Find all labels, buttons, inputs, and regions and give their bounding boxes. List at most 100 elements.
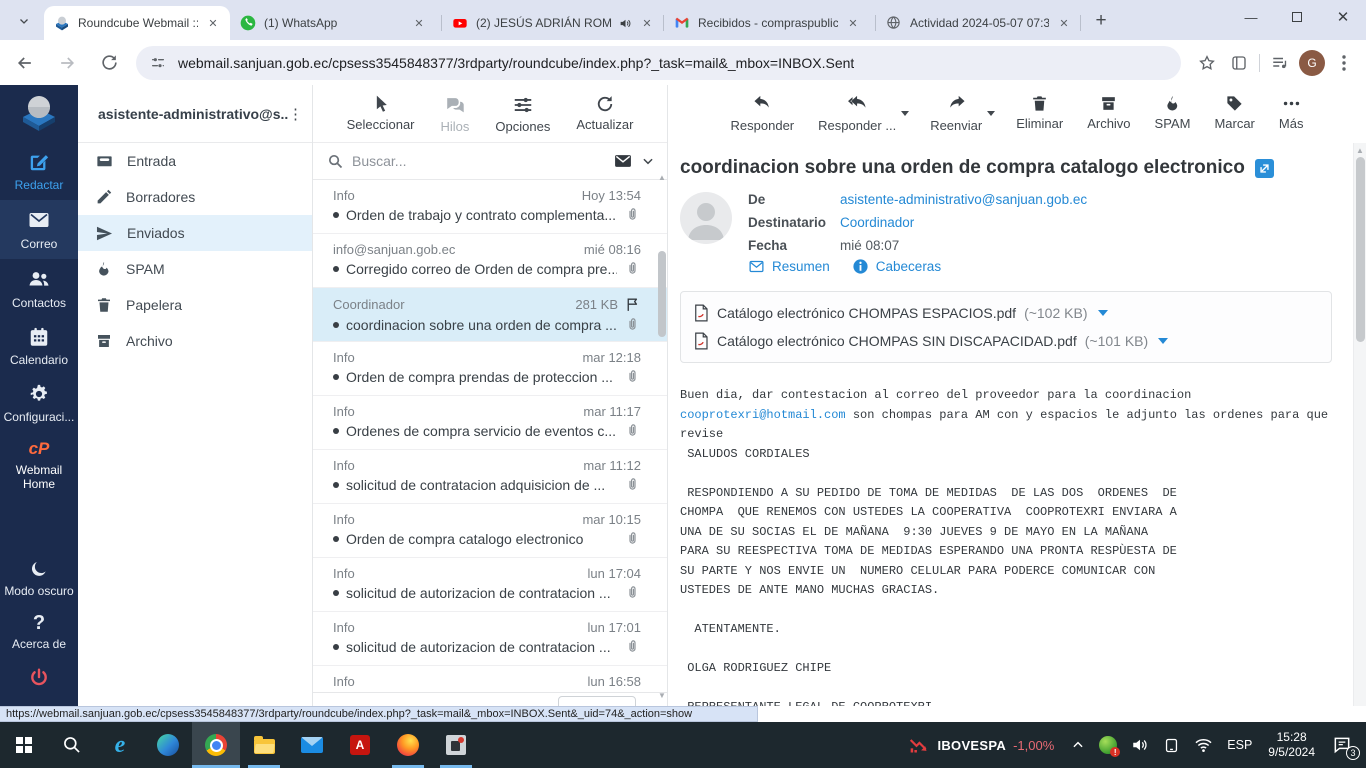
notification-center-icon[interactable]: 3 <box>1324 722 1366 768</box>
side-panel-icon[interactable] <box>1223 47 1255 79</box>
select-button[interactable]: Seleccionar <box>347 94 415 132</box>
reply-button[interactable]: Responder <box>731 94 794 133</box>
attachment-menu-caret-icon[interactable] <box>1158 338 1169 344</box>
sidebar-item-correo[interactable]: Correo <box>0 200 78 259</box>
close-icon[interactable]: ✕ <box>1055 14 1073 32</box>
message-list-item[interactable]: Info lun 17:01 solicitud de autorizacion… <box>313 612 667 666</box>
threads-button[interactable]: Hilos <box>441 94 469 134</box>
sidebar-item-calendario[interactable]: Calendario <box>0 318 78 375</box>
volume-icon[interactable] <box>1124 722 1156 768</box>
back-icon[interactable] <box>8 46 42 80</box>
reply-all-caret-icon[interactable] <box>901 111 910 116</box>
message-list-item[interactable]: Info Hoy 13:54 Orden de trabajo y contra… <box>313 180 667 234</box>
url-bar[interactable]: webmail.sanjuan.gob.ec/cpsess3545848377/… <box>136 45 1181 80</box>
roundcube-logo[interactable] <box>0 85 78 143</box>
stock-ticker[interactable]: IBOVESPA -1,00% <box>898 735 1064 755</box>
firefox-icon[interactable] <box>384 722 432 768</box>
mail-scrollbar[interactable]: ▲ <box>1353 143 1366 706</box>
close-icon[interactable]: ✕ <box>638 14 656 32</box>
tab-actividad[interactable]: Actividad 2024-05-07 07:30 ✕ <box>876 6 1081 40</box>
sidebar-item-acerca-de[interactable]: ? Acerca de <box>0 606 78 659</box>
delete-button[interactable]: Eliminar <box>1016 94 1063 131</box>
sidebar-item-configuracion[interactable]: Configuraci... <box>0 375 78 432</box>
folder-item-entrada[interactable]: Entrada <box>78 143 312 179</box>
attachment-item[interactable]: Catálogo electrónico CHOMPAS ESPACIOS.pd… <box>693 299 1319 327</box>
maximize-button[interactable] <box>1274 0 1320 34</box>
sidebar-item-contactos[interactable]: Contactos <box>0 259 78 318</box>
reply-all-button[interactable]: Responder ... <box>818 94 910 133</box>
search-options-chevron-icon[interactable] <box>641 154 655 168</box>
acrobat-icon[interactable]: A <box>336 722 384 768</box>
spam-button[interactable]: SPAM <box>1155 94 1190 131</box>
tab-audio-icon[interactable] <box>619 17 632 30</box>
folder-item-enviados[interactable]: Enviados <box>78 215 312 251</box>
minimize-button[interactable]: — <box>1228 0 1274 34</box>
message-list-item[interactable]: Info mar 12:18 Orden de compra prendas d… <box>313 342 667 396</box>
bookmark-star-icon[interactable] <box>1191 47 1223 79</box>
email-link[interactable]: cooprotexri@hotmail.com <box>680 408 846 422</box>
message-list-item[interactable]: Info mar 11:12 solicitud de contratacion… <box>313 450 667 504</box>
scrollbar-thumb[interactable] <box>658 251 666 337</box>
reload-icon[interactable] <box>92 46 126 80</box>
options-button[interactable]: Opciones <box>495 94 550 134</box>
sidebar-item-redactar[interactable]: Redactar <box>0 143 78 200</box>
sidebar-item-logout[interactable] <box>0 659 78 697</box>
wifi-icon[interactable] <box>1187 722 1220 768</box>
folder-item-papelera[interactable]: Papelera <box>78 287 312 323</box>
file-explorer-icon[interactable] <box>240 722 288 768</box>
sidebar-item-modo-oscuro[interactable]: Modo oscuro <box>0 551 78 606</box>
folder-item-borradores[interactable]: Borradores <box>78 179 312 215</box>
message-list-item[interactable]: Info mar 10:15 Orden de compra catalogo … <box>313 504 667 558</box>
summary-link[interactable]: Resumen <box>748 258 830 275</box>
more-button[interactable]: Más <box>1279 94 1303 131</box>
windows-start-icon[interactable] <box>0 722 48 768</box>
tab-youtube[interactable]: (2) JESÚS ADRIÁN ROM ✕ <box>442 6 664 40</box>
message-list-item[interactable]: Coordinador 281 KB coordinacion sobre un… <box>313 288 667 342</box>
media-controls-icon[interactable] <box>1264 47 1296 79</box>
tab-roundcube[interactable]: Roundcube Webmail :: Envia ✕ <box>44 6 230 40</box>
folder-item-spam[interactable]: SPAM <box>78 251 312 287</box>
message-list-item[interactable]: Info lun 17:04 solicitud de autorizacion… <box>313 558 667 612</box>
sidebar-item-webmail-home[interactable]: cP Webmail Home <box>0 432 78 499</box>
open-in-new-window-icon[interactable] <box>1254 158 1274 178</box>
attachment-item[interactable]: Catálogo electrónico CHOMPAS SIN DISCAPA… <box>693 327 1319 355</box>
list-scrollbar[interactable]: ▲ ▼ <box>658 173 666 700</box>
new-tab-button[interactable]: + <box>1087 7 1115 35</box>
close-icon[interactable]: ✕ <box>844 14 862 32</box>
refresh-button[interactable]: Actualizar <box>576 94 633 132</box>
tab-search-chevron-icon[interactable] <box>10 7 38 35</box>
message-list-item[interactable]: Info lun 16:58 <box>313 666 667 692</box>
account-kebab-icon[interactable]: ⋮ <box>288 105 303 123</box>
to-link[interactable]: Coordinador <box>840 215 914 230</box>
edge-icon[interactable] <box>144 722 192 768</box>
message-list-item[interactable]: Info mar 11:17 Ordenes de compra servici… <box>313 396 667 450</box>
archive-button[interactable]: Archivo <box>1087 94 1131 131</box>
url-text[interactable]: webmail.sanjuan.gob.ec/cpsess3545848377/… <box>178 55 854 71</box>
tray-chevron-up-icon[interactable] <box>1064 722 1092 768</box>
browser-menu-kebab-icon[interactable] <box>1328 47 1360 79</box>
close-icon[interactable]: ✕ <box>204 14 222 32</box>
tab-whatsapp[interactable]: (1) WhatsApp ✕ <box>230 6 442 40</box>
chrome-icon[interactable] <box>192 722 240 768</box>
java-icon[interactable] <box>432 722 480 768</box>
forward-caret-icon[interactable] <box>987 111 996 116</box>
antivirus-icon[interactable] <box>1092 722 1124 768</box>
close-icon[interactable]: ✕ <box>410 14 428 32</box>
headers-link[interactable]: Cabeceras <box>852 258 941 275</box>
window-close-button[interactable]: ✕ <box>1320 0 1366 34</box>
tab-gmail[interactable]: Recibidos - compraspublicas ✕ <box>664 6 876 40</box>
language-indicator[interactable]: ESP <box>1220 722 1259 768</box>
folder-item-archivo[interactable]: Archivo <box>78 323 312 359</box>
internet-explorer-icon[interactable]: e <box>96 722 144 768</box>
message-list-item[interactable]: info@sanjuan.gob.ec mié 08:16 Corregido … <box>313 234 667 288</box>
site-settings-icon[interactable] <box>150 55 166 71</box>
scrollbar-thumb[interactable] <box>1356 157 1365 342</box>
from-address-link[interactable]: asistente-administrativo@sanjuan.gob.ec <box>840 192 1087 207</box>
page-indicator[interactable] <box>558 696 636 706</box>
attachment-menu-caret-icon[interactable] <box>1097 310 1108 316</box>
profile-avatar[interactable]: G <box>1296 47 1328 79</box>
taskbar-clock[interactable]: 15:28 9/5/2024 <box>1259 730 1324 760</box>
device-icon[interactable] <box>1156 722 1187 768</box>
mail-app-icon[interactable] <box>288 722 336 768</box>
taskbar-search-icon[interactable] <box>48 722 96 768</box>
